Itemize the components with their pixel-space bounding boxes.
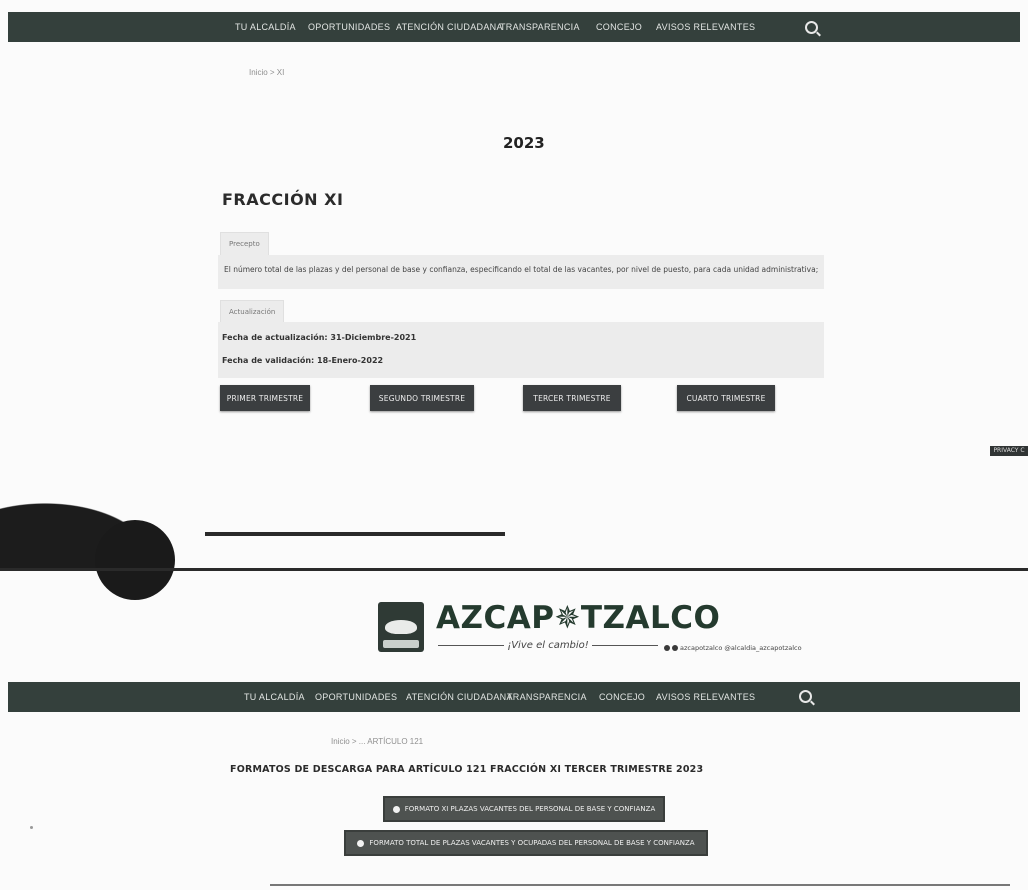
fecha-validacion: Fecha de validación: 18-Enero-2022 <box>222 356 384 365</box>
download-formato-total-button[interactable]: FORMATO TOTAL DE PLAZAS VACANTES Y OCUPA… <box>344 830 708 856</box>
fecha-actualizacion: Fecha de actualización: 31-Diciembre-202… <box>222 333 417 342</box>
brand-name: AZCAP✵TZALCO <box>436 600 721 636</box>
nav-item-oportunidades[interactable]: OPORTUNIDADES <box>315 692 397 702</box>
brand-tagline-row: ¡Vive el cambio! <box>438 638 659 652</box>
nav-item-avisos-relevantes[interactable]: AVISOS RELEVANTES <box>656 692 755 702</box>
nav-item-tu-alcaldia[interactable]: TU ALCALDÍA <box>235 22 296 32</box>
nav-item-concejo[interactable]: CONCEJO <box>599 692 645 702</box>
brand-header[interactable]: AZCAP✵TZALCO ¡Vive el cambio! <box>378 600 720 660</box>
top-navbar: TU ALCALDÍA OPORTUNIDADES ATENCIÓN CIUDA… <box>8 12 1020 42</box>
download-1-label: FORMATO XI PLAZAS VACANTES DEL PERSONAL … <box>404 805 656 813</box>
bottom-navbar: TU ALCALDÍA OPORTUNIDADES ATENCIÓN CIUDA… <box>8 682 1020 712</box>
page-title: FRACCIÓN XI <box>222 190 344 209</box>
scan-shadow-circle <box>95 520 175 600</box>
primer-trimestre-button[interactable]: PRIMER TRIMESTRE <box>220 385 310 411</box>
social-links[interactable]: azcapotzalco @alcaldia_azcapotzalco <box>664 644 802 652</box>
precepto-panel: El número total de las plazas y del pers… <box>218 255 824 289</box>
download-2-label: FORMATO TOTAL DE PLAZAS VACANTES Y OCUPA… <box>369 839 695 847</box>
social-handle[interactable]: azcapotzalco @alcaldia_azcapotzalco <box>680 644 802 652</box>
divider-line <box>205 532 505 536</box>
nav-item-concejo[interactable]: CONCEJO <box>596 22 642 32</box>
download-icon <box>357 839 365 847</box>
cuarto-trimestre-button[interactable]: CUARTO TRIMESTRE <box>677 385 775 411</box>
coat-of-arms-icon <box>378 602 424 652</box>
download-icon <box>392 805 400 813</box>
privacy-tag[interactable]: PRIVACY C <box>990 446 1028 456</box>
precepto-text: El número total de las plazas y del pers… <box>224 265 819 274</box>
tab-actualizacion[interactable]: Actualización <box>220 300 285 324</box>
search-icon[interactable] <box>805 21 818 34</box>
twitter-icon[interactable] <box>672 645 678 651</box>
tab-precepto[interactable]: Precepto <box>220 232 269 256</box>
scan-speck <box>30 826 33 829</box>
segundo-trimestre-button[interactable]: SEGUNDO TRIMESTRE <box>370 385 474 411</box>
bottom-rule <box>270 884 1010 886</box>
year-heading: 2023 <box>503 134 545 152</box>
nav-item-atencion-ciudadana[interactable]: ATENCIÓN CIUDADANA <box>396 22 503 32</box>
breadcrumb[interactable]: Inicio > ... ARTÍCULO 121 <box>331 737 423 746</box>
nav-item-atencion-ciudadana[interactable]: ATENCIÓN CIUDADANA <box>406 692 513 702</box>
download-formato-xi-button[interactable]: FORMATO XI PLAZAS VACANTES DEL PERSONAL … <box>383 796 665 822</box>
facebook-icon[interactable] <box>664 645 670 651</box>
search-icon[interactable] <box>799 690 812 703</box>
nav-item-tu-alcaldia[interactable]: TU ALCALDÍA <box>244 692 305 702</box>
formatos-title: FORMATOS DE DESCARGA PARA ARTÍCULO 121 F… <box>230 764 704 775</box>
page-divider <box>0 568 1028 571</box>
nav-item-avisos-relevantes[interactable]: AVISOS RELEVANTES <box>656 22 755 32</box>
actualizacion-panel <box>218 322 824 378</box>
brand-tagline: ¡Vive el cambio! <box>507 639 589 651</box>
nav-item-transparencia[interactable]: TRANSPARENCIA <box>500 22 580 32</box>
nav-item-oportunidades[interactable]: OPORTUNIDADES <box>308 22 390 32</box>
tercer-trimestre-button[interactable]: TERCER TRIMESTRE <box>523 385 621 411</box>
breadcrumb[interactable]: Inicio > XI <box>249 68 284 77</box>
nav-item-transparencia[interactable]: TRANSPARENCIA <box>507 692 587 702</box>
